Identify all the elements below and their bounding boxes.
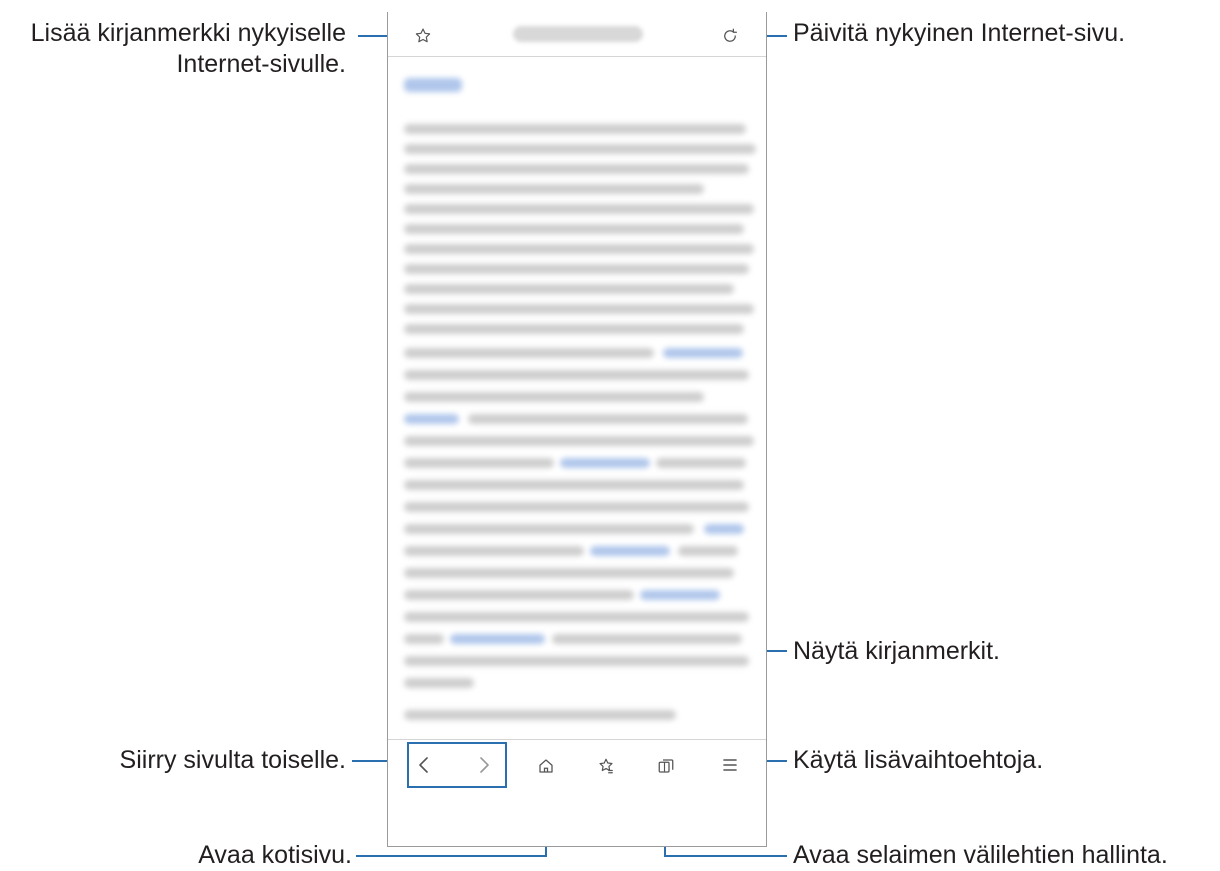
text-line <box>468 414 748 424</box>
text-line <box>404 458 554 468</box>
menu-icon[interactable] <box>719 754 741 776</box>
text-line <box>404 348 654 358</box>
tabs-icon[interactable] <box>654 754 678 778</box>
text-line <box>678 546 738 556</box>
text-line <box>404 224 744 234</box>
text-line <box>404 656 749 666</box>
text-line <box>404 304 754 314</box>
browser-bottom-bar <box>388 739 766 792</box>
text-line <box>404 164 749 174</box>
leader-home-h <box>356 855 547 857</box>
chevron-left-icon[interactable] <box>413 754 435 776</box>
callout-refresh: Päivitä nykyinen Internet-sivu. <box>793 19 1126 47</box>
text-line <box>404 184 704 194</box>
text-line <box>404 480 744 490</box>
text-line <box>404 678 474 688</box>
link[interactable] <box>560 458 650 468</box>
page-content-blurred <box>388 58 766 738</box>
leader-tabs-h <box>664 855 787 857</box>
url-bar[interactable] <box>513 26 643 42</box>
browser-toolbar <box>388 12 766 57</box>
text-line <box>552 634 742 644</box>
page-heading <box>404 78 462 92</box>
text-line <box>656 458 746 468</box>
text-line <box>404 264 749 274</box>
callout-bookmark-add-line2: Internet-sivulle. <box>176 50 346 78</box>
browser-screen <box>387 12 767 847</box>
text-line <box>404 546 584 556</box>
link[interactable] <box>404 414 459 424</box>
callout-tabs: Avaa selaimen välilehtien hallinta. <box>793 841 1168 869</box>
text-line <box>404 204 754 214</box>
text-line <box>404 244 754 254</box>
text-line <box>404 392 704 402</box>
star-list-icon[interactable] <box>594 754 618 778</box>
text-line <box>404 124 746 134</box>
link[interactable] <box>663 348 743 358</box>
text-line <box>404 370 749 380</box>
callout-navigate: Siirry sivulta toiselle. <box>119 746 346 774</box>
text-line <box>404 634 444 644</box>
callout-more-options: Käytä lisävaihtoehtoja. <box>793 746 1044 774</box>
callout-home: Avaa kotisivu. <box>198 841 352 869</box>
callout-bookmarks: Näytä kirjanmerkit. <box>793 637 1000 665</box>
text-line <box>404 710 676 720</box>
link[interactable] <box>450 634 545 644</box>
callout-bookmark-add-line1: Lisää kirjanmerkki nykyiselle <box>30 19 346 47</box>
text-line <box>404 284 734 294</box>
callout-bookmark-add: Lisää kirjanmerkki nykyiselle Internet-s… <box>31 18 346 80</box>
star-outline-icon[interactable] <box>412 25 434 47</box>
text-line <box>404 568 734 578</box>
text-line <box>404 590 634 600</box>
text-line <box>404 144 756 154</box>
refresh-icon[interactable] <box>719 25 741 47</box>
link[interactable] <box>590 546 670 556</box>
text-line <box>404 524 694 534</box>
link[interactable] <box>704 524 744 534</box>
text-line <box>404 612 749 622</box>
text-line <box>404 502 749 512</box>
chevron-right-icon[interactable] <box>473 754 495 776</box>
home-icon[interactable] <box>534 754 558 778</box>
link[interactable] <box>640 590 720 600</box>
text-line <box>404 324 744 334</box>
text-line <box>404 436 754 446</box>
